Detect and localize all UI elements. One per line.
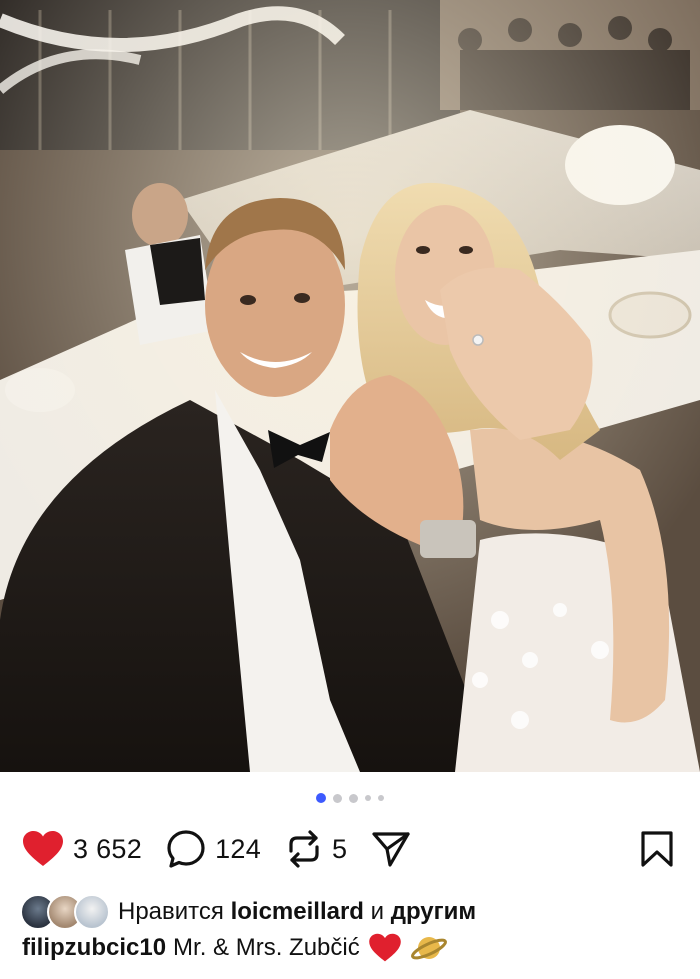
carousel-dot bbox=[378, 795, 384, 801]
carousel-dot bbox=[365, 795, 371, 801]
carousel-indicator bbox=[0, 793, 700, 803]
comment-bubble-icon bbox=[167, 830, 205, 868]
ringed-planet-icon bbox=[410, 931, 448, 965]
carousel-dot bbox=[333, 793, 342, 803]
heart-icon bbox=[23, 831, 63, 866]
avatar bbox=[74, 894, 110, 930]
liked-by-user-link[interactable]: loicmeillard bbox=[231, 898, 364, 926]
bookmark-icon bbox=[641, 831, 673, 867]
repost-icon bbox=[289, 830, 319, 868]
liked-by-row[interactable]: Нравится loicmeillard и другим bbox=[20, 894, 476, 930]
caption-text: Mr. & Mrs. Zubčić bbox=[173, 934, 360, 961]
carousel-dot-active bbox=[316, 793, 326, 803]
caption-username-link[interactable]: filipzubcic10 bbox=[22, 934, 166, 962]
like-button[interactable]: 3 652 bbox=[22, 830, 142, 868]
photo-illustration bbox=[0, 0, 700, 772]
carousel-dot bbox=[349, 793, 358, 803]
liked-by-prefix: Нравится bbox=[118, 898, 224, 925]
comments-count: 124 bbox=[215, 833, 262, 864]
post-actions-bar: 3 652 124 5 bbox=[22, 826, 678, 872]
post-photo[interactable] bbox=[0, 0, 700, 772]
share-button[interactable] bbox=[371, 830, 411, 868]
comment-button[interactable]: 124 bbox=[166, 829, 261, 869]
red-heart-icon bbox=[368, 933, 402, 963]
send-icon bbox=[372, 832, 410, 867]
likes-count: 3 652 bbox=[73, 833, 143, 864]
liker-avatars bbox=[20, 894, 110, 930]
post-caption: filipzubcic10 Mr. & Mrs. Zubčić bbox=[22, 931, 448, 965]
reposts-count: 5 bbox=[332, 833, 348, 864]
repost-button[interactable]: 5 bbox=[285, 829, 347, 869]
liked-by-connector: и bbox=[370, 898, 385, 925]
save-button[interactable] bbox=[640, 830, 674, 873]
liked-by-others-link[interactable]: другим bbox=[391, 898, 476, 926]
